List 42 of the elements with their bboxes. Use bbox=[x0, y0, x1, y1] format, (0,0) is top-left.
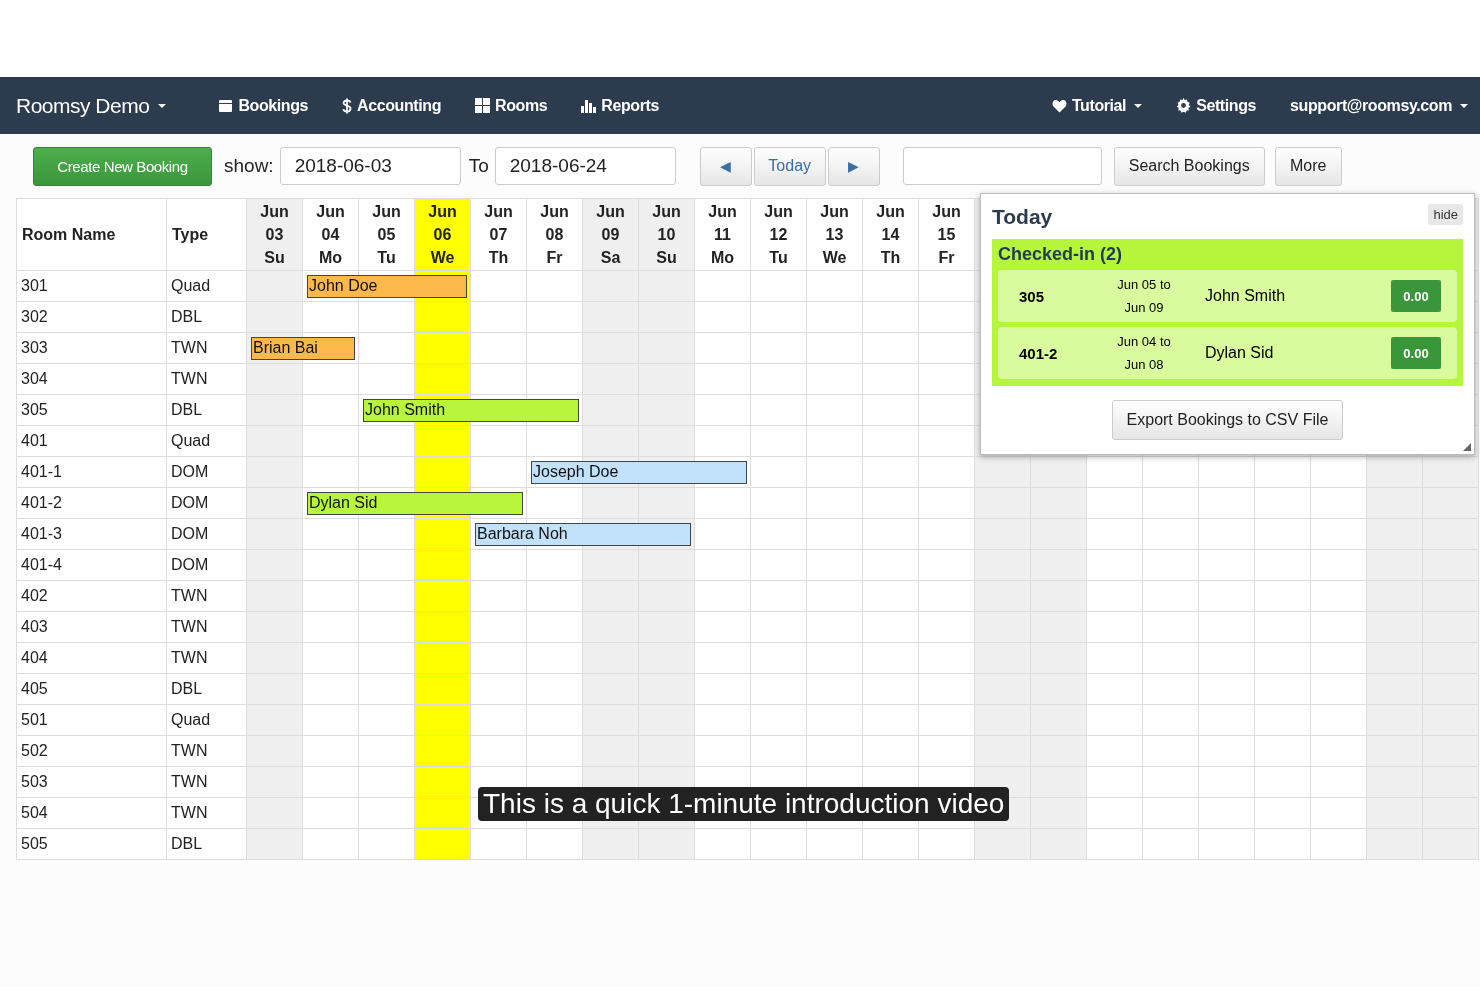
table-cell: 401-4 bbox=[17, 550, 167, 581]
table-cell: 401 bbox=[17, 426, 167, 457]
day-header: Jun 11 Mo bbox=[695, 199, 751, 271]
table-cell: 405 bbox=[17, 674, 167, 705]
date-range: Jun 04 to bbox=[1117, 333, 1171, 351]
table-cell: 301 bbox=[17, 271, 167, 302]
panel-title: Today bbox=[992, 204, 1053, 229]
day-header: Jun 10 Su bbox=[639, 199, 695, 271]
table-cell: 304 bbox=[17, 364, 167, 395]
table-cell: 305 bbox=[17, 395, 167, 426]
date-range: Jun 08 bbox=[1124, 356, 1164, 374]
room-number: 401-2 bbox=[1019, 344, 1059, 362]
table-cell: 501 bbox=[17, 705, 167, 736]
caption-toast: This is a quick 1-minute introduction video bbox=[478, 787, 1010, 821]
date-range: Jun 05 to bbox=[1117, 276, 1171, 294]
day-header: Jun 14 Th bbox=[863, 199, 919, 271]
show-label: show: bbox=[224, 155, 274, 177]
table-cell: 404 bbox=[17, 643, 167, 674]
table-cell: 401-2 bbox=[17, 488, 167, 519]
table-cell: 505 bbox=[17, 829, 167, 860]
day-header: Jun 12 Tu bbox=[751, 199, 807, 271]
day-header: Jun 07 Th bbox=[471, 199, 527, 271]
table-cell: 402 bbox=[17, 581, 167, 612]
guest-name: Dylan Sid bbox=[1205, 344, 1275, 362]
table-cell: 504 bbox=[17, 798, 167, 829]
table-cell: 401-1 bbox=[17, 457, 167, 488]
day-header: Jun 09 Sa bbox=[583, 199, 639, 271]
table-cell: 401-3 bbox=[17, 519, 167, 550]
room-number: 305 bbox=[1019, 287, 1046, 305]
date-range: Jun 09 bbox=[1124, 299, 1164, 317]
table-cell: 302 bbox=[17, 302, 167, 333]
day-header: Jun 06 We bbox=[415, 199, 471, 271]
column-header: Room Name bbox=[17, 199, 167, 271]
table-cell: 403 bbox=[17, 612, 167, 643]
section-title: Checked-in (2) bbox=[998, 243, 1124, 266]
to-label: To bbox=[468, 155, 489, 177]
table-cell: 503 bbox=[17, 767, 167, 798]
day-header: Jun 03 Su bbox=[247, 199, 303, 271]
guest-name: John Smith bbox=[1205, 287, 1287, 305]
table-cell: 502 bbox=[17, 736, 167, 767]
table-cell: 303 bbox=[17, 333, 167, 364]
day-header: Jun 13 We bbox=[807, 199, 863, 271]
